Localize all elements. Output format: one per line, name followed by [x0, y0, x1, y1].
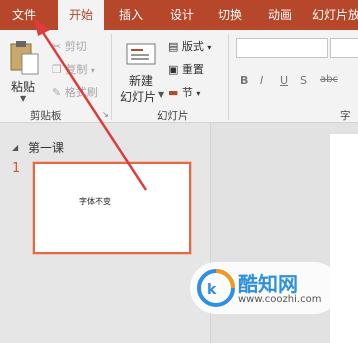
- copy-icon: ❐: [52, 63, 62, 76]
- tab-insert[interactable]: 插入: [110, 0, 152, 30]
- watermark-brand: 酷知网: [238, 272, 298, 296]
- bold-button[interactable]: B: [240, 74, 248, 87]
- section-button[interactable]: ▬ 节 ▾: [168, 84, 200, 100]
- reset-label: 重置: [181, 63, 204, 76]
- layout-icon: ▤: [168, 40, 179, 53]
- group-separator: [111, 34, 112, 120]
- cut-button[interactable]: ✂ 剪切: [52, 38, 87, 54]
- strikethrough-button[interactable]: abc: [320, 74, 338, 85]
- new-slide-label-line1: 新建: [129, 74, 154, 88]
- slide-number: 1: [12, 161, 21, 176]
- watermark: k 酷知网 www.coozhi.com: [190, 262, 340, 314]
- new-slide-button[interactable]: 新建 幻灯片 ▼: [118, 36, 164, 106]
- paintbrush-icon: ✎: [52, 86, 62, 99]
- svg-text:k: k: [207, 282, 217, 298]
- new-slide-label-line2: 幻灯片: [120, 90, 157, 104]
- chevron-down-icon: ▾: [196, 89, 201, 98]
- reset-icon: ▣: [168, 63, 179, 76]
- shadow-button[interactable]: S: [300, 74, 307, 87]
- italic-button[interactable]: I: [260, 74, 263, 87]
- slide-canvas[interactable]: [330, 134, 358, 343]
- tab-animations[interactable]: 动画: [262, 0, 298, 30]
- font-name-box[interactable]: [236, 38, 328, 58]
- section-collapse-icon[interactable]: ◢: [12, 143, 18, 152]
- chevron-down-icon: ▾: [90, 66, 95, 75]
- section-title[interactable]: 第一课: [28, 139, 64, 156]
- chevron-down-icon: ▾: [207, 43, 212, 52]
- tab-design[interactable]: 设计: [164, 0, 200, 30]
- section-label: 节: [181, 86, 193, 99]
- chevron-down-icon: ▼: [158, 90, 165, 99]
- dialog-launcher-icon[interactable]: ↘: [102, 110, 109, 119]
- section-icon: ▬: [168, 86, 179, 99]
- slides-group-label: 幻灯片: [157, 110, 189, 122]
- tab-home[interactable]: 开始: [58, 0, 104, 30]
- watermark-url: www.coozhi.com: [238, 294, 322, 305]
- underline-button[interactable]: U: [280, 74, 288, 87]
- ribbon-home: 粘贴 ▼ ✂ 剪切 ❐ 复制 ▾ ✎ 格式刷 剪贴板 ↘ 新建 幻灯片 ▼ ▤ …: [0, 30, 358, 137]
- font-size-box[interactable]: [330, 38, 358, 58]
- layout-label: 版式: [181, 40, 204, 53]
- paste-label: 粘贴: [11, 80, 36, 94]
- format-painter-label: 格式刷: [64, 86, 98, 99]
- tab-transitions[interactable]: 切换: [212, 0, 248, 30]
- ribbon-tab-bar: 文件 开始 插入 设计 切换 动画 幻灯片放: [0, 0, 358, 30]
- new-slide-icon: [126, 43, 156, 65]
- copy-button[interactable]: ❐ 复制 ▾: [52, 61, 95, 77]
- slide-thumbnail[interactable]: 字体不变: [33, 162, 191, 254]
- cut-label: 剪切: [64, 40, 87, 53]
- clipboard-group-label: 剪贴板: [30, 110, 62, 122]
- tab-slideshow[interactable]: 幻灯片放: [312, 0, 358, 30]
- scissors-icon: ✂: [52, 40, 62, 53]
- group-separator: [228, 34, 229, 120]
- slide-thumbnail-text: 字体不变: [79, 197, 111, 206]
- reset-button[interactable]: ▣ 重置: [168, 61, 204, 77]
- coozhi-logo-icon: k: [197, 269, 235, 307]
- paste-icon: [10, 41, 39, 75]
- format-painter-button[interactable]: ✎ 格式刷: [52, 84, 98, 100]
- paste-button[interactable]: 粘贴 ▼: [6, 36, 46, 104]
- copy-label: 复制: [65, 63, 88, 76]
- chevron-down-icon: ▼: [20, 94, 27, 103]
- layout-button[interactable]: ▤ 版式 ▾: [168, 38, 211, 54]
- tab-file[interactable]: 文件: [0, 0, 48, 30]
